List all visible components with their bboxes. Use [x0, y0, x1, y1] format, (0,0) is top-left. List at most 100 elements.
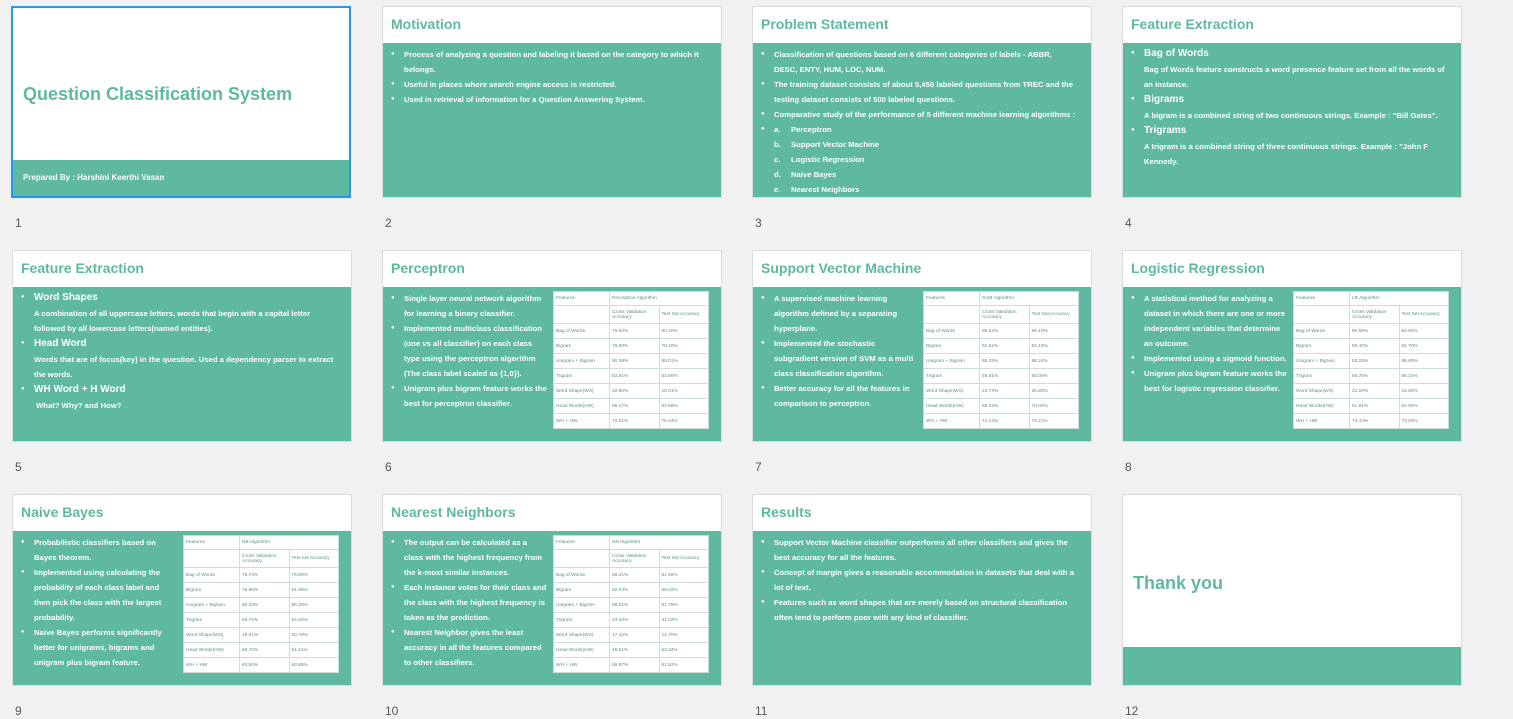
table-row: Head Words(HW) 48.01% 53.34% — [553, 642, 709, 658]
content-band: Word Shapes A combination of all upperca… — [13, 287, 351, 441]
table-header-test: Test Set Accuracy — [1028, 305, 1079, 324]
algorithm-item: a. Perceptron — [774, 122, 1077, 137]
feature-heading: Trigrams — [1144, 125, 1187, 136]
table-row: Bag of Words 80.88% 84.60% — [1293, 323, 1449, 339]
table-cell: 78.40% — [658, 338, 709, 354]
slide-thumbnail-6[interactable]: Perceptron Single layer neural network a… — [382, 250, 722, 442]
table-cell: 58.91% — [979, 368, 1030, 384]
slide-thumbnail-9[interactable]: Naive Bayes Probabilistic classifiers ba… — [12, 494, 352, 686]
table-cell: 58.70% — [239, 642, 290, 658]
slide-thumbnail-2[interactable]: Motivation Process of analyzing a questi… — [382, 6, 722, 198]
table-row: Head Words(HW) 68.17% 63.68% — [553, 398, 709, 414]
table-cell: 86.20% — [288, 597, 339, 613]
feature-description: A bigram is a combined string of two con… — [1144, 111, 1438, 120]
slide-number: 5 — [15, 460, 22, 474]
table-header-cv: Cross Validation Accuracy — [239, 549, 290, 568]
algorithm-name: Perceptron — [791, 125, 832, 134]
table-cell: 76.50% — [609, 323, 660, 339]
content-band: Classification of questions based on 6 d… — [753, 43, 1091, 197]
content-band: A supervised machine learning algorithm … — [753, 287, 1091, 441]
table-cell: Word Shape(WS) — [183, 627, 240, 643]
slide-thumbnail-7[interactable]: Support Vector Machine A supervised mach… — [752, 250, 1092, 442]
table-header-row: Cross Validation Accuracy Test Set Accura… — [553, 549, 709, 568]
table-cell: Word Shape(WS) — [553, 383, 610, 399]
algorithm-letter: e. — [774, 185, 781, 194]
table-cell — [553, 549, 610, 568]
feature-list: Bag of Words Bag of Words feature constr… — [1131, 46, 1447, 169]
feature-heading: WH Word + H Word — [34, 384, 126, 395]
content-band: A statistical method for analyzing a dat… — [1123, 287, 1461, 441]
feature-item: Word Shapes A combination of all upperca… — [21, 290, 337, 336]
table-cell: 43.40% — [609, 612, 660, 628]
table-cell: Trigram — [183, 612, 240, 628]
table-cell: Trigram — [923, 368, 980, 384]
table-cell: 84.60% — [1398, 323, 1449, 339]
slide-number: 9 — [15, 704, 22, 718]
slide-title: Results — [761, 504, 812, 520]
table-cell: 53.81% — [609, 368, 660, 384]
table-cell: Word Shape(WS) — [553, 627, 610, 643]
table-header-row: Cross Validation Accuracy Test Set Accura… — [183, 549, 339, 568]
table-header-features: Features — [553, 291, 610, 306]
table-header-algorithm: SVM Algorithm — [979, 291, 1079, 306]
table-cell: 86.25% — [979, 353, 1030, 369]
table-header-row: Cross Validation Accuracy Test Set Accura… — [553, 305, 709, 324]
bullet-item: Useful in places where search engine acc… — [391, 77, 707, 92]
table-header-features: Features — [183, 535, 240, 550]
content-band: Probabilistic classifiers based on Bayes… — [13, 531, 351, 685]
bullet-item: Implemented using calculating the probab… — [21, 565, 177, 625]
table-cell: 25.80% — [1028, 383, 1079, 399]
table-cell: Bag of Words — [183, 567, 240, 583]
slide-number: 4 — [1125, 216, 1132, 230]
closing-band — [1123, 647, 1461, 685]
table-cell: 58.31% — [609, 567, 660, 583]
algorithm-item: b. Support Vector Machine — [774, 137, 1077, 152]
bullet-item: Better accuracy for all the features in … — [761, 381, 917, 411]
table-cell: 63.50% — [239, 657, 290, 673]
feature-item: Bigrams A bigram is a combined string of… — [1131, 92, 1447, 123]
table-cell: Word Shape(WS) — [923, 383, 980, 399]
table-cell: 47.02% — [658, 612, 709, 628]
table-cell: Bigram — [553, 338, 610, 354]
table-cell: 76.80% — [288, 567, 339, 583]
table-row: Word Shape(WS) 17.42% 14.70% — [553, 627, 709, 643]
table-row: Trigram 56.70% 56.31% — [1293, 368, 1449, 384]
accuracy-table: Features NB Algorithm Cross Validation Ac… — [183, 535, 339, 673]
slide-number: 10 — [385, 704, 399, 718]
slide-title: Problem Statement — [761, 16, 889, 32]
table-cell: 56.02% — [658, 582, 709, 598]
table-cell: 58.00% — [1028, 368, 1079, 384]
slide-thumbnail-12[interactable]: Thank you — [1122, 494, 1462, 686]
slide-title: Feature Extraction — [21, 260, 144, 276]
content-band: Single layer neural network algorithm fo… — [383, 287, 721, 441]
slide-thumbnail-3[interactable]: Problem Statement Classification of ques… — [752, 6, 1092, 198]
table-cell: 86.80% — [1398, 353, 1449, 369]
table-header-algorithm: NN Algorithm — [609, 535, 709, 550]
bullet-item: Classification of questions based on 6 d… — [761, 47, 1077, 77]
table-header-algorithm: LR Algorithm — [1349, 291, 1449, 306]
accuracy-table: Features Perceptron Algorithm Cross Valid… — [553, 291, 709, 429]
bullet-item: Implemented the stochastic subgradient v… — [761, 336, 917, 381]
algorithm-item: d. Naive Bayes — [774, 167, 1077, 182]
slide-thumbnail-10[interactable]: Nearest Neighbors The output can be calc… — [382, 494, 722, 686]
table-header-row: Cross Validation Accuracy Test Set Accura… — [1293, 305, 1449, 324]
table-row: WH + HW 58.97% 61.92% — [553, 657, 709, 673]
slide-thumbnail-1[interactable]: Question Classification System Prepared … — [11, 6, 351, 198]
table-cell: 76.21% — [1028, 413, 1079, 429]
slide-number: 6 — [385, 460, 392, 474]
slide-thumbnail-11[interactable]: Results Support Vector Machine classifie… — [752, 494, 1092, 686]
slide-thumbnail-8[interactable]: Logistic Regression A statistical method… — [1122, 250, 1462, 442]
algorithm-item: c. Logistic Regression — [774, 152, 1077, 167]
slide-thumbnail-4[interactable]: Feature Extraction Bag of Words Bag of W… — [1122, 6, 1462, 198]
closing-title: Thank you — [1133, 573, 1224, 593]
table-cell: WH + HW — [553, 413, 610, 429]
table-cell: 84.10% — [1028, 338, 1079, 354]
table-header-test: Test Set Accuracy — [1398, 305, 1449, 324]
table-cell: Unigram + Bigram — [183, 597, 240, 613]
table-cell: 56.70% — [1349, 368, 1400, 384]
slide-thumbnail-5[interactable]: Feature Extraction Word Shapes A combina… — [12, 250, 352, 442]
slide-number: 12 — [1125, 704, 1139, 718]
table-row: Bigram 52.03% 56.02% — [553, 582, 709, 598]
table-cell: 61.92% — [658, 657, 709, 673]
cover-band: Prepared By : Harshini Keerthi Vasan — [13, 160, 349, 196]
